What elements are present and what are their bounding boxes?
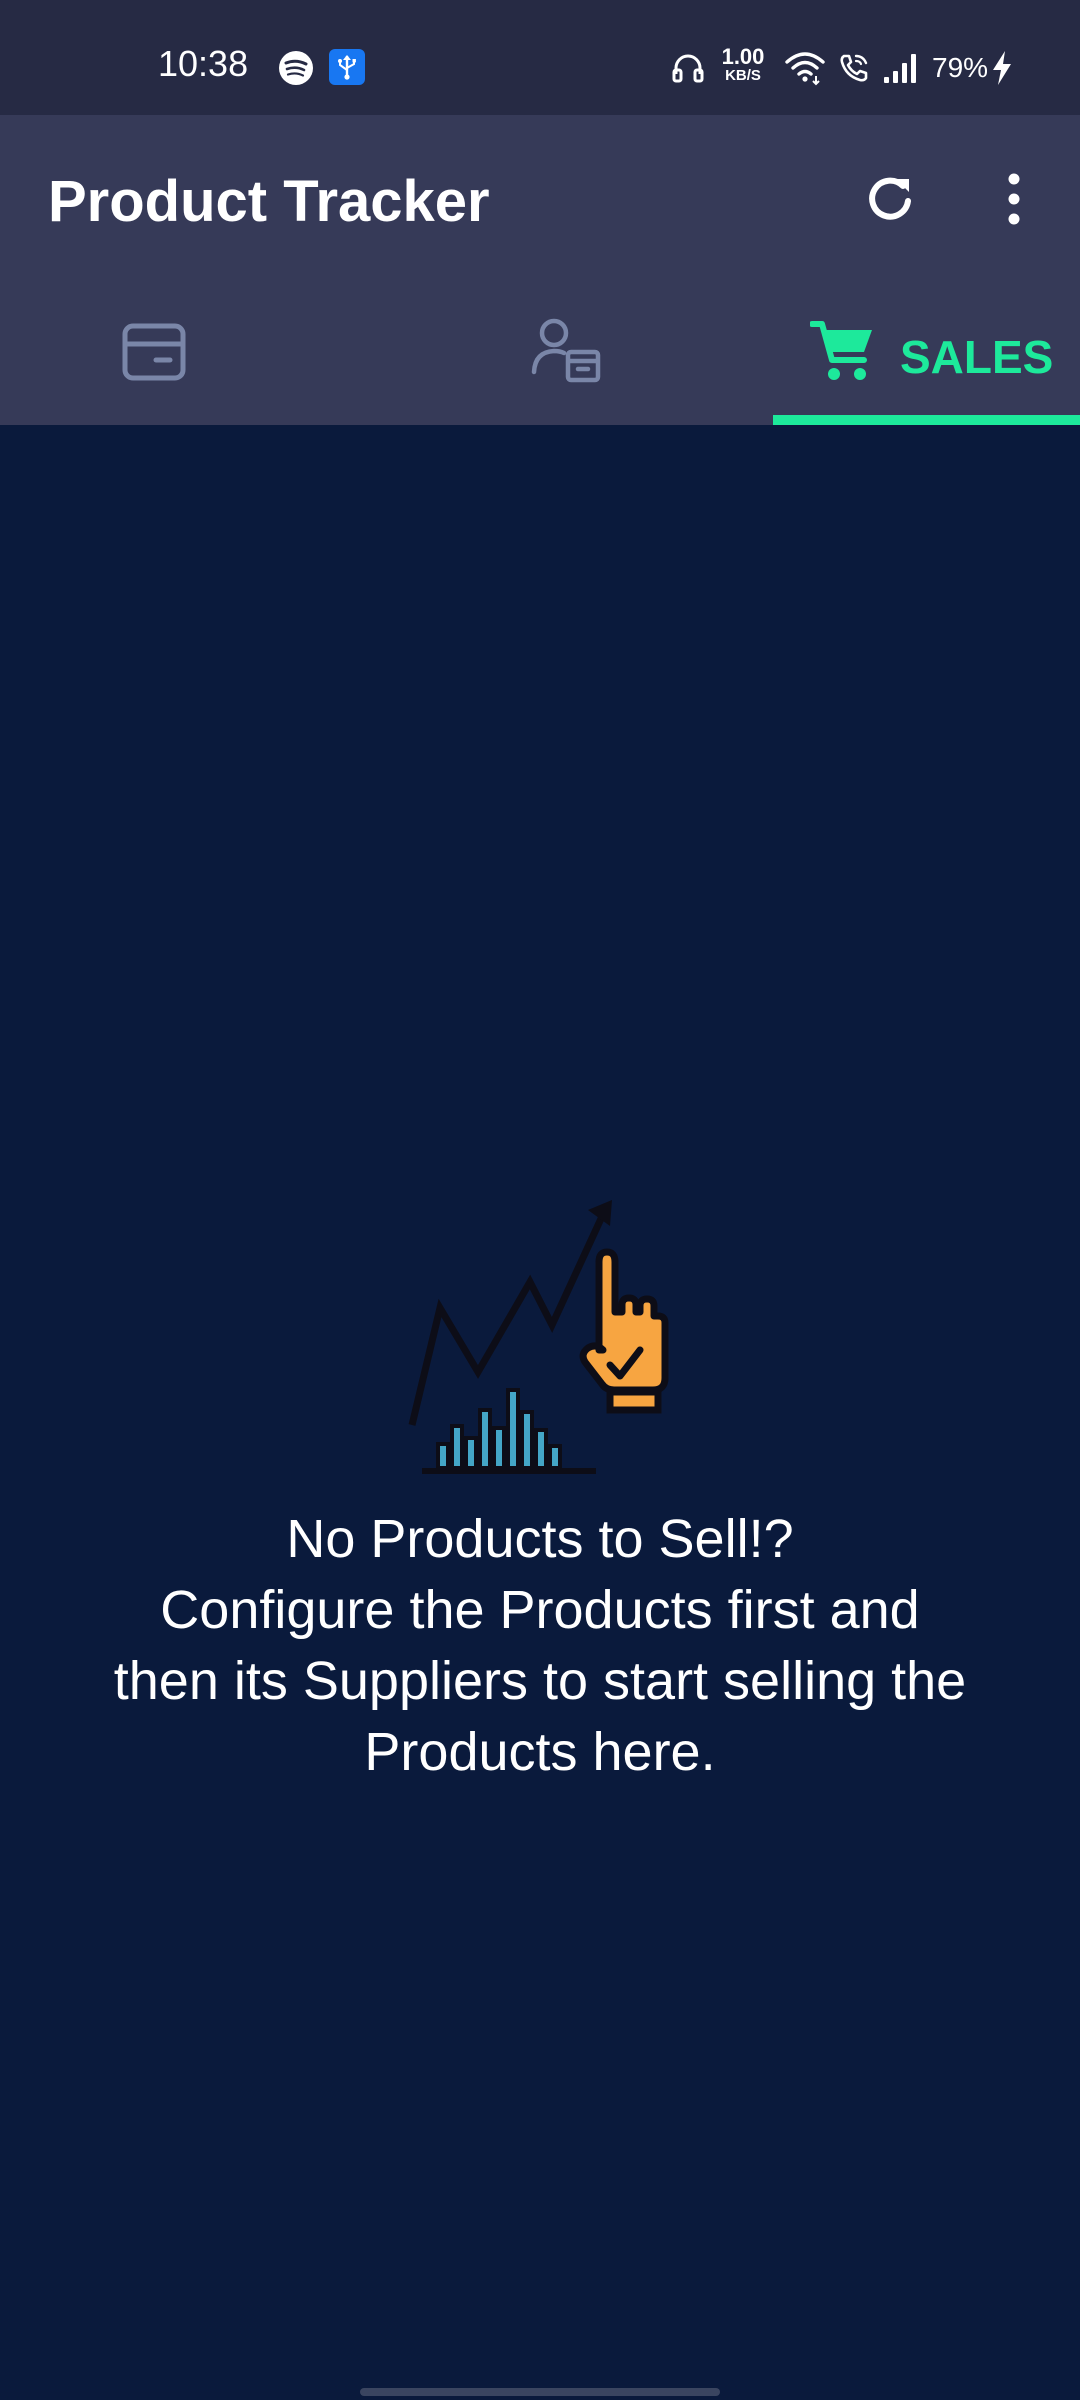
status-bar: 10:38 1.00 KB/S 79% [0,0,1080,115]
usb-debug-icon [329,49,365,85]
charging-bolt-icon [993,51,1011,85]
archive-box-icon [122,323,186,381]
gesture-bar[interactable] [360,2388,720,2396]
status-time: 10:38 [158,43,249,84]
spotify-icon [279,51,313,85]
refresh-icon[interactable] [858,167,922,231]
more-vert-icon[interactable] [980,167,1044,231]
signal-icon [884,54,916,83]
tab-sales-label: SALES [900,331,1054,383]
tab-sales[interactable]: SALES [720,280,1080,425]
network-speed: 1.00 KB/S [718,44,768,84]
empty-state-line: then its Suppliers to start selling the [113,1651,967,1711]
app-bar: Product Tracker SALES [0,115,1080,425]
headset-icon [672,54,704,83]
empty-state-line: No Products to Sell!? [286,1509,794,1569]
network-speed-value: 1.00 [721,44,765,69]
tab-suppliers[interactable] [360,280,720,425]
shopping-cart-icon [810,321,872,380]
battery-percent: 79% [932,52,989,83]
wifi-call-icon [840,54,868,82]
wifi-icon [785,52,825,86]
selected-tab-indicator [773,415,1080,425]
network-speed-unit: KB/S [725,67,761,84]
tab-products[interactable] [0,280,360,425]
app-title: Product Tracker [48,169,490,234]
empty-state-message: No Products to Sell!? Configure the Prod… [40,1504,1040,1788]
empty-state-line: Products here. [364,1722,716,1782]
sales-chart-hand-illustration [408,1200,669,1474]
empty-state-line: Configure the Products first and [160,1580,920,1640]
supplier-person-box-icon [531,318,601,383]
